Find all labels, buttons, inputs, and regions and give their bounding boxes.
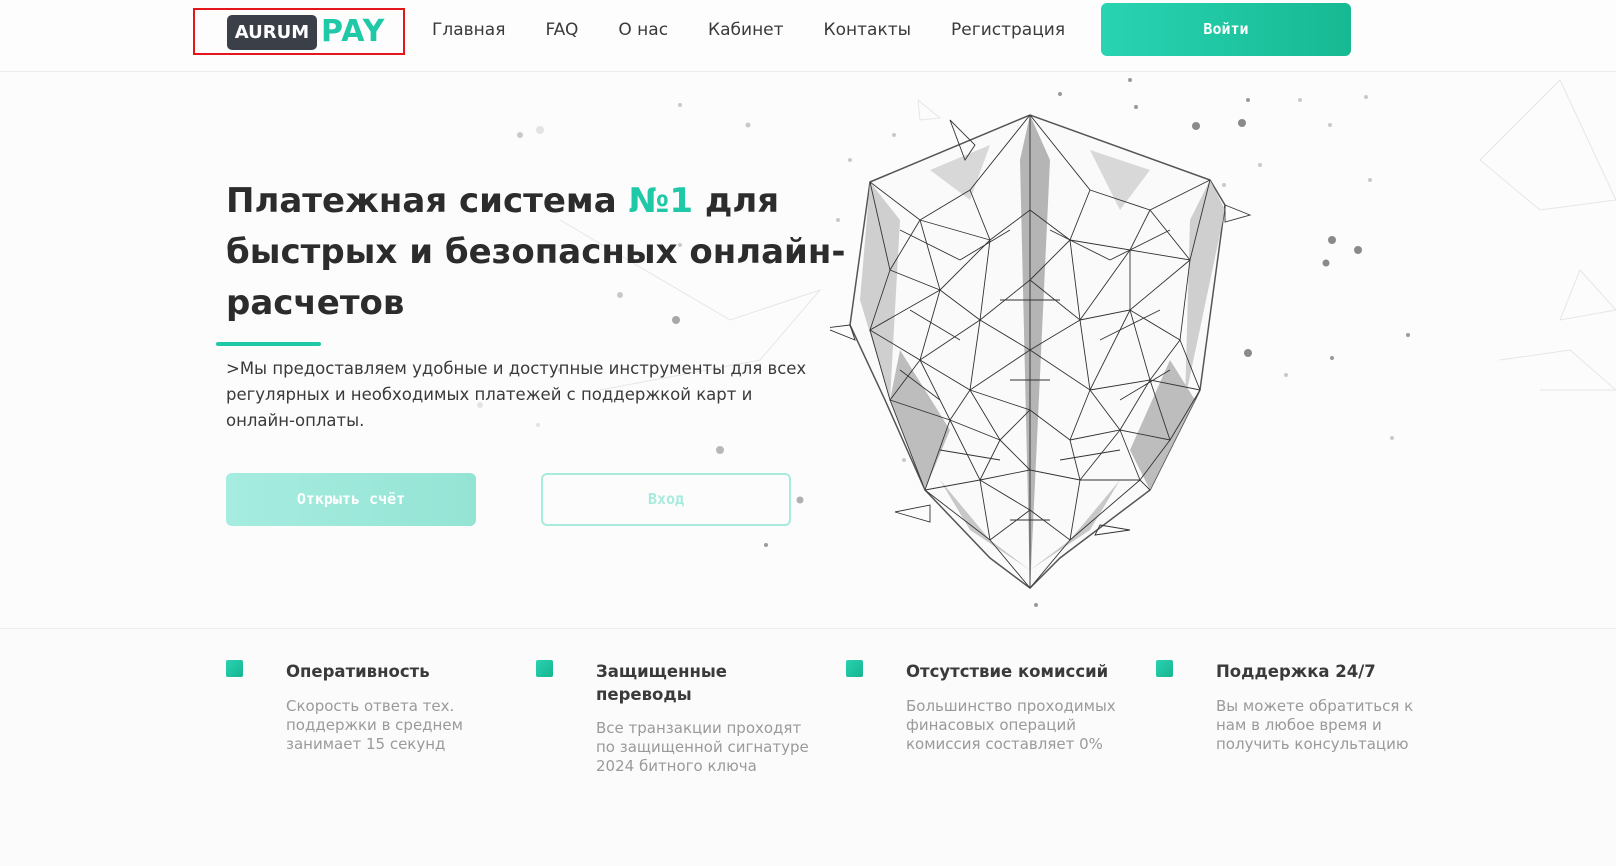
logo-pay-text: PAY [321, 14, 386, 49]
hero-title-part1: Платежная система [226, 181, 629, 221]
feature-title: Поддержка 24/7 [1216, 662, 1376, 681]
nav-home[interactable]: Главная [432, 17, 505, 43]
feature-description: Большинство проходимых финасовых операци… [906, 697, 1116, 753]
nav-cabinet[interactable]: Кабинет [708, 17, 784, 43]
hero-title: Платежная система №1 для быстрых и безоп… [226, 176, 846, 329]
main-nav: Главная FAQ О нас Кабинет Контакты Регис… [432, 17, 1105, 43]
feature-title: Отсутствие комиссий [906, 662, 1109, 681]
enter-button[interactable]: Вход [541, 473, 791, 526]
feature-description: Все транзакции проходят по защищенной си… [596, 719, 809, 775]
login-button[interactable]: Войти [1101, 3, 1351, 56]
feature-bullet-icon [536, 660, 553, 677]
polygon-shield-icon [830, 114, 1252, 589]
feature-title: Защищенные переводы [596, 662, 728, 704]
feature-bullet-icon [226, 660, 243, 677]
open-account-button[interactable]: Открыть счёт [226, 473, 476, 526]
feature-description: Вы можете обратиться к нам в любое время… [1216, 697, 1414, 753]
nav-faq[interactable]: FAQ [545, 17, 578, 43]
nav-contacts[interactable]: Контакты [824, 17, 912, 43]
logo-aurum-text: AURUM [227, 15, 317, 50]
feature-bullet-icon [1156, 660, 1173, 677]
site-header: AURUM PAY Главная FAQ О нас Кабинет Конт… [0, 0, 1616, 72]
nav-registration[interactable]: Регистрация [951, 17, 1065, 43]
hero-title-accent: №1 [628, 181, 694, 221]
nav-about[interactable]: О нас [618, 17, 668, 43]
features-divider [0, 628, 1616, 629]
hero-underline-divider [216, 342, 321, 346]
feature-bullet-icon [846, 660, 863, 677]
feature-title: Оперативность [286, 662, 430, 681]
hero-description: >Мы предоставляем удобные и доступные ин… [226, 359, 807, 430]
logo-highlight-box[interactable]: AURUM PAY [193, 8, 405, 55]
feature-description: Скорость ответа тех. поддержки в среднем… [286, 697, 463, 753]
